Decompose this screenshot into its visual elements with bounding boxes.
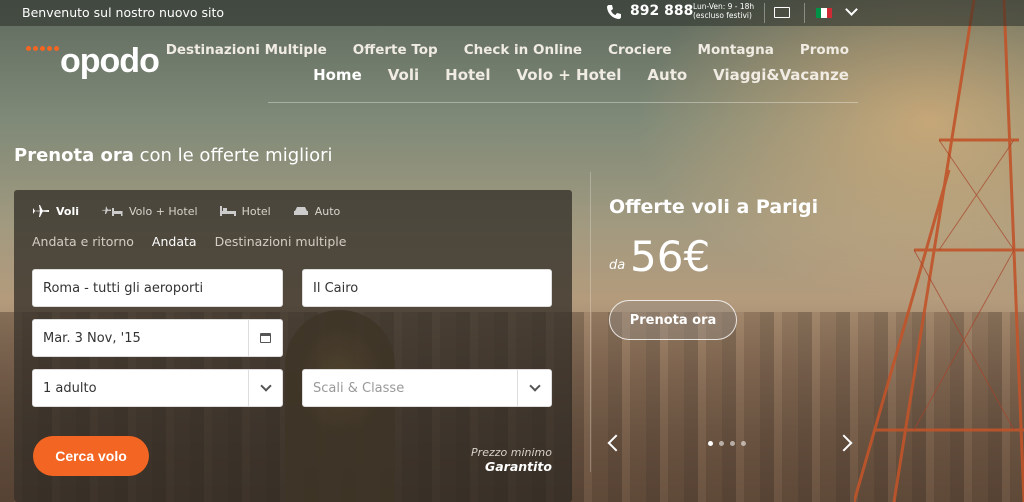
carousel-dot[interactable] — [708, 441, 713, 446]
carousel-dot[interactable] — [719, 441, 724, 446]
departure-date-field[interactable]: Mar. 3 Nov, '15 — [32, 319, 283, 357]
nav-item-viaggi-vacanze[interactable]: Viaggi&Vacanze — [713, 66, 849, 84]
stops-class-placeholder: Scali & Classe — [313, 381, 405, 396]
tab-auto[interactable]: Auto — [293, 204, 340, 218]
plane-icon — [33, 205, 49, 217]
tab-voli[interactable]: Voli — [32, 204, 79, 218]
mail-icon[interactable] — [774, 7, 790, 18]
chevron-down-icon[interactable] — [845, 3, 858, 16]
destination-input[interactable]: Il Cairo — [302, 269, 552, 307]
logo-dots — [26, 46, 59, 51]
welcome-message: Benvenuto sul nostro nuovo sito — [22, 5, 225, 20]
nav-item-crociere[interactable]: Crociere — [608, 42, 671, 58]
phone-icon — [607, 5, 621, 19]
secondary-nav: Destinazioni Multiple Offerte Top Check … — [166, 42, 849, 58]
nav-item-hotel[interactable]: Hotel — [445, 66, 490, 84]
nav-item-voli[interactable]: Voli — [388, 66, 419, 84]
nav-divider — [268, 102, 858, 103]
chevron-down-icon — [259, 380, 272, 392]
carousel-dot[interactable] — [730, 441, 735, 446]
nav-item-volo-hotel[interactable]: Volo + Hotel — [517, 66, 622, 84]
phone-hours: Lun-Ven: 9 - 18h (escluso festivi) — [693, 2, 755, 20]
divider — [764, 3, 765, 23]
nav-item-check-in-online[interactable]: Check in Online — [464, 42, 582, 58]
lowest-price-guarantee: Prezzo minimo Garantito — [471, 446, 552, 474]
offer-price: 56€ — [630, 232, 711, 281]
search-flights-button[interactable]: Cerca volo — [33, 436, 149, 476]
nav-item-destinazioni-multiple[interactable]: Destinazioni Multiple — [166, 42, 327, 58]
vertical-divider — [590, 172, 591, 472]
phone-number[interactable]: 892 888 — [630, 3, 693, 19]
flight-search-panel: Voli Volo + Hotel Hotel Auto Andata e ri… — [14, 190, 572, 502]
top-bar: Benvenuto sul nostro nuovo sito 892 888 … — [0, 0, 1024, 26]
plane-bed-icon — [102, 206, 123, 216]
carousel-dot[interactable] — [741, 441, 746, 446]
passengers-dropdown-toggle[interactable] — [248, 370, 282, 406]
nav-item-promo[interactable]: Promo — [800, 42, 849, 58]
bed-icon — [219, 206, 236, 216]
divider — [804, 3, 805, 23]
trip-type-selector: Andata e ritorno Andata Destinazioni mul… — [32, 234, 346, 249]
chevron-down-icon — [528, 380, 541, 392]
carousel-dots — [708, 441, 746, 446]
calendar-icon — [260, 333, 271, 343]
trip-type-multi-destination[interactable]: Destinazioni multiple — [215, 234, 347, 249]
nav-item-offerte-top[interactable]: Offerte Top — [353, 42, 438, 58]
nav-item-home[interactable]: Home — [313, 66, 362, 84]
page-headline: Prenota ora con le offerte migliori — [14, 145, 333, 166]
eiffel-tower-image — [854, 0, 1024, 502]
car-icon — [293, 207, 308, 215]
trip-type-round-trip[interactable]: Andata e ritorno — [32, 234, 134, 249]
departure-date-value: Mar. 3 Nov, '15 — [43, 331, 141, 346]
italy-flag-icon[interactable] — [816, 8, 832, 18]
main-nav: Home Voli Hotel Volo + Hotel Auto Viaggi… — [313, 66, 849, 84]
calendar-icon-button[interactable] — [248, 320, 282, 356]
passengers-select[interactable]: 1 adulto — [32, 369, 283, 407]
stops-class-dropdown-toggle[interactable] — [517, 370, 551, 406]
trip-type-one-way[interactable]: Andata — [152, 234, 197, 249]
passengers-value: 1 adulto — [43, 381, 97, 396]
nav-item-auto[interactable]: Auto — [647, 66, 687, 84]
tab-hotel[interactable]: Hotel — [219, 204, 271, 218]
product-tabs: Voli Volo + Hotel Hotel Auto — [32, 204, 340, 218]
stops-class-select[interactable]: Scali & Classe — [302, 369, 552, 407]
tab-volo-hotel[interactable]: Volo + Hotel — [101, 204, 198, 218]
offer-from-label: da — [609, 258, 626, 273]
offer-title: Offerte voli a Parigi — [609, 196, 819, 218]
nav-item-montagna[interactable]: Montagna — [698, 42, 774, 58]
book-now-button[interactable]: Prenota ora — [609, 300, 737, 340]
origin-input[interactable]: Roma - tutti gli aeroporti — [32, 269, 283, 307]
logo-text: opodo — [60, 42, 160, 80]
